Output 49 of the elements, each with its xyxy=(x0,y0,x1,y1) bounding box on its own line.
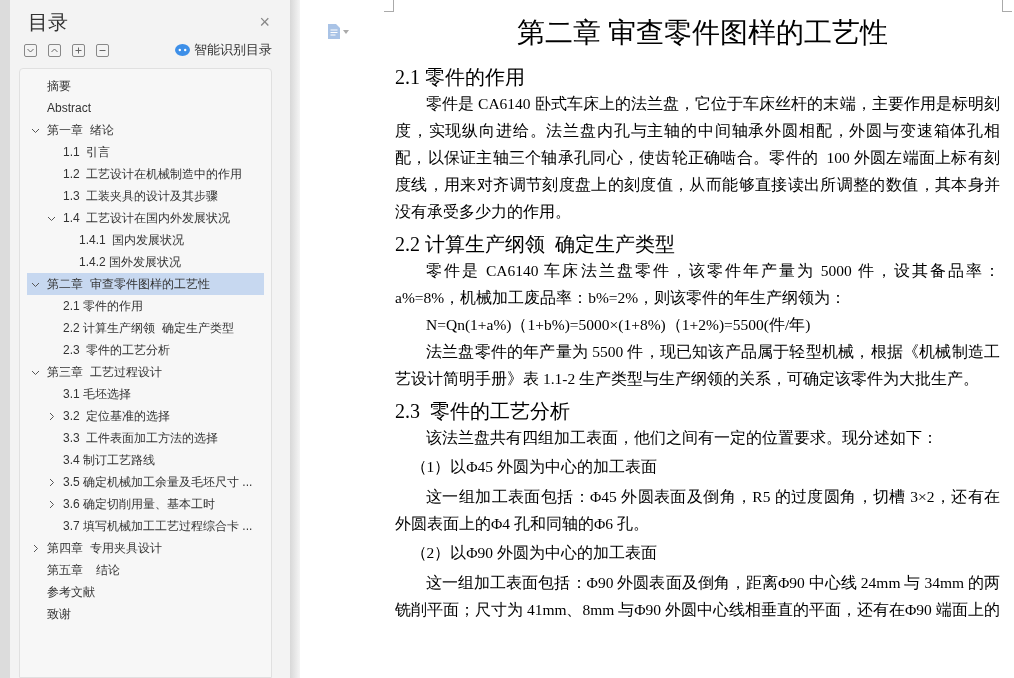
toc-item[interactable]: 3.2 定位基准的选择 xyxy=(27,405,264,427)
paragraph: 零件是 CA6140 卧式车床上的法兰盘，它位于车床丝杆的末端，主要作用是标明刻度，实现纵向进给。法兰盘内孔与主轴的中间轴承外圆相配，外圆与变速箱体孔相配，以保证主轴三个轴承孔同心，使齿轮正确啮合。零件的 100 外圆左端面上标有刻度线，用来对齐调节刻度盘上的刻度值，从而能够直接读出所调整的数值，其本身并没有承受多少力的作用。 xyxy=(395,94,1000,222)
plus-icon[interactable] xyxy=(72,43,85,57)
toc-item[interactable]: 1.3 工装夹具的设计及其步骤 xyxy=(27,185,264,207)
section-heading: 2.3 零件的工艺分析 xyxy=(395,399,571,424)
chevron-right-icon[interactable] xyxy=(47,499,56,509)
list-item: （1）以Φ45 外圆为中心的加工表面 xyxy=(409,457,658,477)
paragraph: 这一组加工表面包括：Φ45 外圆表面及倒角，R5 的过度圆角，切槽 3×2，还有在外圆表面上的Φ4 孔和同轴的Φ6 孔。 xyxy=(395,487,1000,534)
toc-item[interactable]: 第四章 专用夹具设计 xyxy=(27,537,264,559)
toc-item[interactable]: 3.1 毛坯选择 xyxy=(27,383,264,405)
panel-title: 目录 xyxy=(28,10,68,35)
expand-all-icon[interactable] xyxy=(24,43,37,57)
toc-item[interactable]: 参考文献 xyxy=(27,581,264,603)
toc-item[interactable]: 1.2 工艺设计在机械制造中的作用 xyxy=(27,163,264,185)
toc-item[interactable]: 致谢 xyxy=(27,603,264,625)
toc-item[interactable]: 2.2 计算生产纲领 确定生产类型 xyxy=(27,317,264,339)
robot-icon xyxy=(175,44,190,56)
toc-item[interactable]: 第一章 绪论 xyxy=(27,119,264,141)
paragraph: 零件是 CA6140 车床法兰盘零件，该零件年产量为 5000 件，设其备品率：a%=8%，机械加工废品率：b%=2%，则该零件的年生产纲领为： xyxy=(395,261,1000,308)
chevron-right-icon[interactable] xyxy=(47,411,56,421)
toc-item[interactable]: 3.7 填写机械加工工艺过程综合卡 ... xyxy=(27,515,264,537)
toc-item[interactable]: 第五章 结论 xyxy=(27,559,264,581)
toc-item[interactable]: 3.3 工件表面加工方法的选择 xyxy=(27,427,264,449)
section-heading: 2.2 计算生产纲领 确定生产类型 xyxy=(395,232,676,257)
toc-item[interactable]: 第二章 审查零件图样的工艺性 xyxy=(27,273,264,295)
toc-item[interactable]: 第三章 工艺过程设计 xyxy=(27,361,264,383)
toc-item[interactable]: 1.4 工艺设计在国内外发展状况 xyxy=(27,207,264,229)
toc-item[interactable]: 3.6 确定切削用量、基本工时 xyxy=(27,493,264,515)
paragraph: 该法兰盘共有四组加工表面，他们之间有一定的位置要求。现分述如下： xyxy=(425,428,939,448)
chevron-right-icon[interactable] xyxy=(31,543,40,553)
collapse-all-icon[interactable] xyxy=(48,43,61,57)
toc-item[interactable]: 1.1 引言 xyxy=(27,141,264,163)
chevron-right-icon[interactable] xyxy=(47,477,56,487)
chapter-title: 第二章 审查零件图样的工艺性 xyxy=(516,16,889,50)
toc-item[interactable]: 3.4 制订工艺路线 xyxy=(27,449,264,471)
toc-item[interactable]: 1.4.2 国外发展状况 xyxy=(27,251,264,273)
smart-toc-button[interactable]: 智能识别目录 xyxy=(175,40,272,60)
minus-icon[interactable] xyxy=(96,43,109,57)
toc-item[interactable]: 2.1 零件的作用 xyxy=(27,295,264,317)
formula: N=Qn(1+a%)（1+b%)=5000×(1+8%)（1+2%)=5500(件/年) xyxy=(425,315,812,335)
toc-item[interactable]: 摘要 xyxy=(27,75,264,97)
toc-item[interactable]: 3.5 确定机械加工余量及毛坯尺寸 ... xyxy=(27,471,264,493)
list-item: （2）以Φ90 外圆为中心的加工表面 xyxy=(409,543,658,563)
toc-item[interactable]: 1.4.1 国内发展状况 xyxy=(27,229,264,251)
toc-item[interactable]: 2.3 零件的工艺分析 xyxy=(27,339,264,361)
paragraph: 这一组加工表面包括：Φ90 外圆表面及倒角，距离Φ90 中心线 24mm 与 34mm 的两铣削平面；尺寸为 41mm、8mm 与Φ90 外圆中心线相垂直的平面，还有在Φ90 端面上的 xyxy=(395,573,1000,620)
toc-item[interactable]: Abstract xyxy=(27,97,264,119)
paragraph: 法兰盘零件的年产量为 5500 件，现已知该产品属于轻型机械，根据《机械制造工艺设计简明手册》表 1.1-2 生产类型与生产纲领的关系，可确定该零件为大批生产。 xyxy=(395,342,1000,389)
section-heading: 2.1 零件的作用 xyxy=(395,65,526,90)
